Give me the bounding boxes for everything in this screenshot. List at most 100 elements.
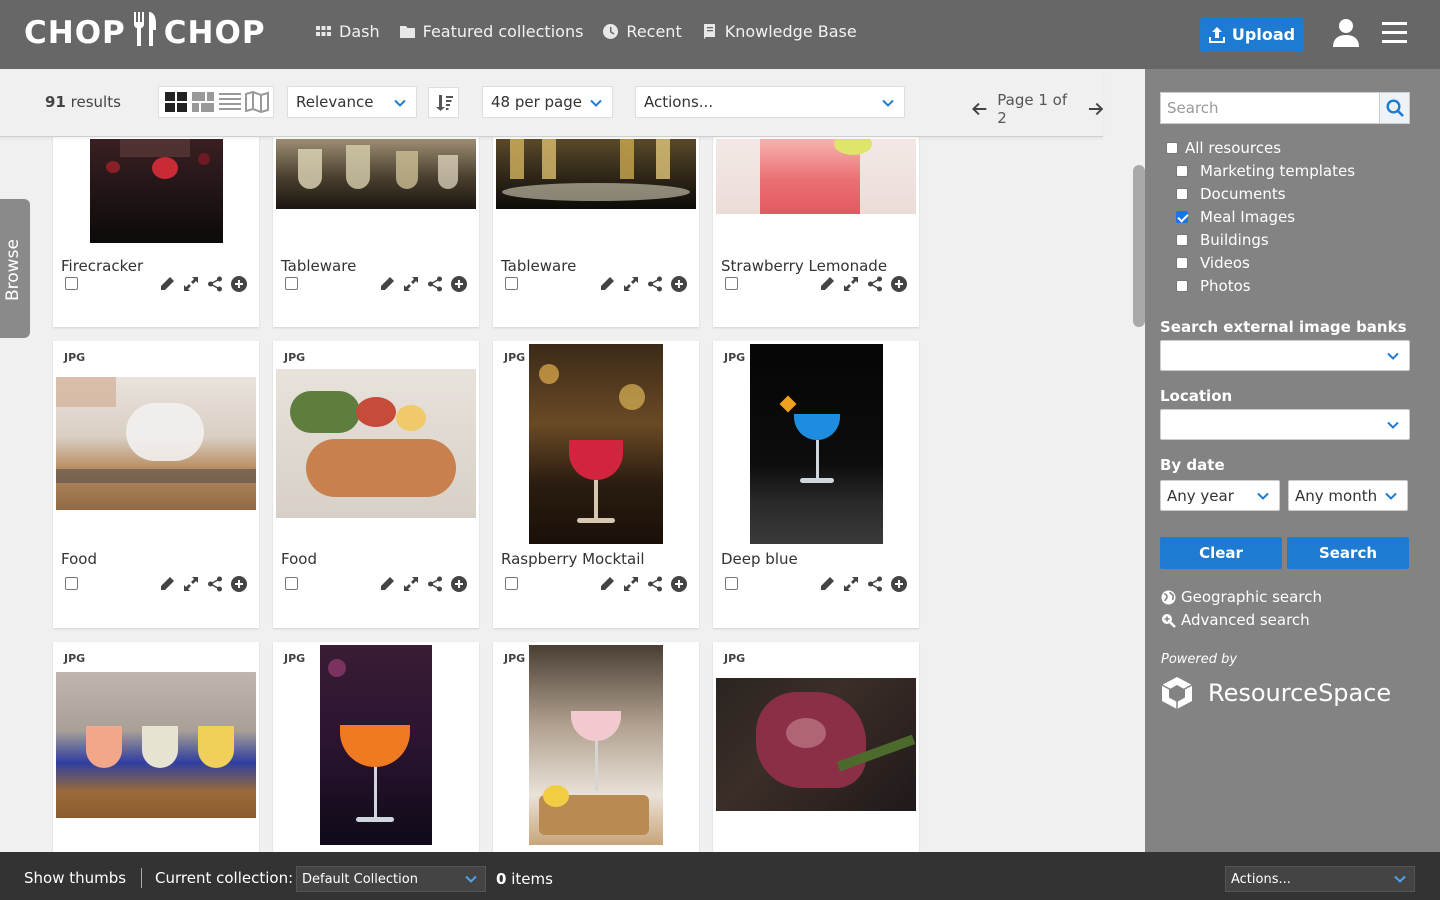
resource-thumbnail[interactable] — [320, 645, 432, 845]
large-thumbs-icon[interactable] — [164, 91, 188, 113]
nav-knowledge-base[interactable]: Knowledge Base — [702, 22, 857, 41]
resource-type-videos[interactable]: Videos — [1176, 254, 1250, 272]
share-icon[interactable] — [867, 576, 883, 592]
resource-type-photos[interactable]: Photos — [1176, 277, 1251, 295]
resource-thumbnail[interactable] — [529, 344, 663, 544]
edit-icon[interactable] — [159, 576, 175, 592]
add-to-collection-icon[interactable] — [671, 276, 687, 292]
external-banks-select[interactable] — [1160, 340, 1410, 371]
expand-icon[interactable] — [623, 276, 639, 292]
expand-icon[interactable] — [183, 576, 199, 592]
collection-select[interactable]: Default Collection — [296, 866, 486, 892]
resource-title[interactable]: Strawberry Lemonade — [721, 257, 887, 275]
resource-type-meal-images[interactable]: Meal Images — [1176, 208, 1295, 226]
search-input[interactable] — [1160, 92, 1380, 124]
resource-title[interactable]: Food — [281, 550, 317, 568]
checkbox[interactable] — [1166, 142, 1178, 154]
resource-card[interactable]: JPG Deep blue — [713, 341, 919, 628]
per-page-select[interactable]: 48 per page — [482, 86, 613, 118]
list-view-icon[interactable] — [218, 91, 242, 113]
resource-title[interactable]: Tableware — [501, 257, 576, 275]
edit-icon[interactable] — [159, 276, 175, 292]
clear-button[interactable]: Clear — [1160, 537, 1282, 569]
geographic-search-link[interactable]: Geographic search — [1161, 588, 1322, 606]
upload-button[interactable]: Upload — [1200, 17, 1304, 52]
edit-icon[interactable] — [599, 576, 615, 592]
resource-title[interactable]: Firecracker — [61, 257, 143, 275]
resource-card[interactable]: JPG Raspberry Mocktail — [493, 341, 699, 628]
resource-thumbnail[interactable] — [750, 344, 883, 544]
resource-card[interactable]: JPG — [713, 642, 919, 852]
expand-icon[interactable] — [183, 276, 199, 292]
browse-tab[interactable]: Browse — [0, 199, 30, 338]
resource-title[interactable]: Raspberry Mocktail — [501, 550, 645, 568]
resource-thumbnail[interactable] — [56, 672, 256, 818]
resource-card[interactable]: JPG — [493, 642, 699, 852]
resource-card[interactable]: JPG Food — [53, 341, 259, 628]
nav-recent[interactable]: Recent — [603, 22, 682, 41]
resourcespace-logo[interactable]: ResourceSpace — [1160, 676, 1391, 710]
edit-icon[interactable] — [599, 276, 615, 292]
map-view-icon[interactable] — [244, 91, 269, 113]
select-checkbox[interactable] — [65, 277, 78, 290]
add-to-collection-icon[interactable] — [891, 276, 907, 292]
select-checkbox[interactable] — [285, 277, 298, 290]
checkbox[interactable] — [1176, 280, 1188, 292]
edit-icon[interactable] — [379, 276, 395, 292]
add-to-collection-icon[interactable] — [231, 276, 247, 292]
select-checkbox[interactable] — [65, 577, 78, 590]
select-checkbox[interactable] — [505, 277, 518, 290]
share-icon[interactable] — [647, 276, 663, 292]
resource-thumbnail[interactable] — [56, 377, 256, 510]
checkbox-checked[interactable] — [1176, 211, 1188, 223]
actions-select[interactable]: Actions... — [635, 86, 905, 118]
resource-thumbnail[interactable] — [529, 645, 663, 845]
resource-card[interactable]: JPG — [53, 642, 259, 852]
results-scrollbar[interactable] — [1133, 165, 1145, 327]
edit-icon[interactable] — [819, 576, 835, 592]
chop-chop-logo[interactable]: CHOP CHOP — [24, 12, 266, 53]
resource-type-buildings[interactable]: Buildings — [1176, 231, 1269, 249]
select-checkbox[interactable] — [505, 577, 518, 590]
user-icon[interactable] — [1333, 19, 1359, 47]
expand-icon[interactable] — [843, 276, 859, 292]
resource-type-all[interactable]: All resources — [1166, 139, 1281, 157]
search-button[interactable]: Search — [1287, 537, 1409, 569]
nav-featured-collections[interactable]: Featured collections — [399, 22, 583, 41]
add-to-collection-icon[interactable] — [671, 576, 687, 592]
sort-by-select[interactable]: Relevance — [287, 86, 417, 118]
resource-thumbnail[interactable] — [496, 139, 696, 209]
edit-icon[interactable] — [379, 576, 395, 592]
collection-actions-select[interactable]: Actions... — [1225, 866, 1415, 892]
resource-type-documents[interactable]: Documents — [1176, 185, 1286, 203]
nav-dash[interactable]: Dash — [316, 22, 380, 41]
resource-card[interactable]: JPG Food — [273, 341, 479, 628]
share-icon[interactable] — [427, 276, 443, 292]
select-checkbox[interactable] — [725, 577, 738, 590]
share-icon[interactable] — [207, 276, 223, 292]
share-icon[interactable] — [867, 276, 883, 292]
checkbox[interactable] — [1176, 234, 1188, 246]
arrow-left-icon[interactable] — [972, 101, 987, 117]
search-submit-button[interactable] — [1380, 92, 1410, 124]
checkbox[interactable] — [1176, 257, 1188, 269]
resource-title[interactable]: Deep blue — [721, 550, 798, 568]
add-to-collection-icon[interactable] — [231, 576, 247, 592]
arrow-right-icon[interactable] — [1088, 101, 1103, 117]
resource-title[interactable]: Tableware — [281, 257, 356, 275]
share-icon[interactable] — [207, 576, 223, 592]
checkbox[interactable] — [1176, 188, 1188, 200]
hamburger-menu-icon[interactable] — [1382, 22, 1407, 44]
year-select[interactable]: Any year — [1160, 480, 1280, 511]
resource-thumbnail[interactable] — [90, 139, 223, 243]
resource-title[interactable]: Food — [61, 550, 97, 568]
add-to-collection-icon[interactable] — [891, 576, 907, 592]
expand-icon[interactable] — [403, 576, 419, 592]
expand-icon[interactable] — [843, 576, 859, 592]
share-icon[interactable] — [647, 576, 663, 592]
sort-direction-button[interactable] — [428, 87, 459, 118]
expand-icon[interactable] — [403, 276, 419, 292]
share-icon[interactable] — [427, 576, 443, 592]
select-checkbox[interactable] — [285, 577, 298, 590]
medium-thumbs-icon[interactable] — [191, 91, 215, 113]
